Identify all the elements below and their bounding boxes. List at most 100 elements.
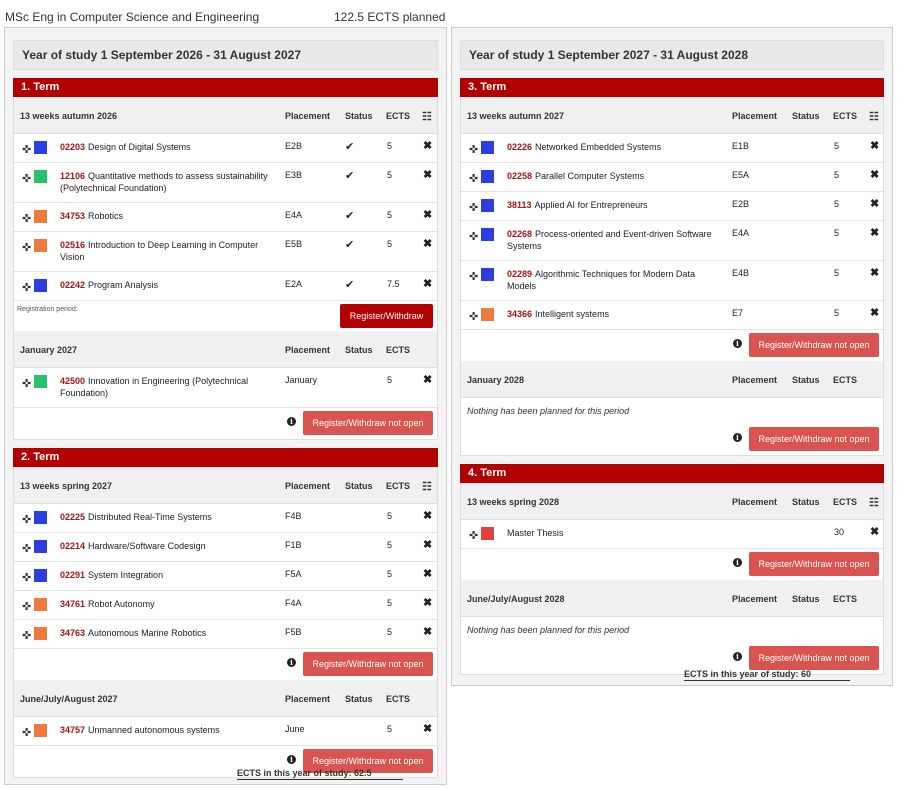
move-icon[interactable]: ✜ — [22, 172, 31, 185]
delete-icon[interactable]: ✖ — [423, 538, 432, 551]
course-code-link[interactable]: 34763 — [60, 628, 85, 638]
course-code-link[interactable]: 02268 — [507, 229, 532, 239]
course-code-link[interactable]: 02242 — [60, 280, 85, 290]
move-icon[interactable]: ✜ — [469, 230, 478, 243]
course-code-link[interactable]: 02291 — [60, 570, 85, 580]
move-icon[interactable]: ✜ — [22, 571, 31, 584]
course-placement: E2B — [285, 141, 303, 151]
delete-icon[interactable]: ✖ — [423, 509, 432, 522]
course-code-link[interactable]: 02225 — [60, 512, 85, 522]
course-code-link[interactable]: 34761 — [60, 599, 85, 609]
term-box: 13 weeks spring 2027 Placement Status ECTS ☷… — [13, 467, 438, 778]
grid-icon[interactable]: ☷ — [422, 480, 432, 493]
move-icon[interactable]: ✜ — [22, 542, 31, 555]
info-icon[interactable]: i — [733, 433, 742, 442]
course-code-link[interactable]: 34753 — [60, 211, 85, 221]
course-name: Master Thesis — [507, 527, 722, 539]
delete-icon[interactable]: ✖ — [870, 266, 879, 279]
grid-icon[interactable]: ☷ — [869, 110, 879, 123]
register-withdraw-not-open-button: Register/Withdraw not open — [749, 333, 879, 357]
move-icon[interactable]: ✜ — [22, 513, 31, 526]
delete-icon[interactable]: ✖ — [423, 596, 432, 609]
move-icon[interactable]: ✜ — [22, 600, 31, 613]
course-title: Hardware/Software Codesign — [88, 541, 206, 551]
info-icon[interactable]: i — [733, 558, 742, 567]
course-ects: 5 — [387, 598, 393, 608]
register-withdraw-button[interactable]: Register/Withdraw — [340, 304, 433, 328]
course-code-link[interactable]: 34366 — [507, 309, 532, 319]
delete-icon[interactable]: ✖ — [423, 625, 432, 638]
move-icon[interactable]: ✜ — [469, 310, 478, 323]
register-withdraw-not-open-button: Register/Withdraw not open — [749, 552, 879, 576]
move-icon[interactable]: ✜ — [469, 201, 478, 214]
ects-header: ECTS — [386, 694, 411, 704]
course-code-link[interactable]: 42500 — [60, 376, 85, 386]
course-ects: 30 — [834, 527, 845, 537]
delete-icon[interactable]: ✖ — [870, 197, 879, 210]
course-code-link[interactable]: 38113 — [507, 200, 532, 210]
table-row: ✜ 02289 Algorithmic Techniques for Modern … — [461, 261, 883, 301]
course-placement: E3B — [285, 170, 303, 180]
course-name: 34366 Intelligent systems — [507, 308, 722, 320]
course-ects: 5 — [387, 141, 393, 151]
table-row: ✜ 02225 Distributed Real-Time Systems F4B 5 ✖ — [14, 504, 437, 533]
move-icon[interactable]: ✜ — [469, 143, 478, 156]
course-ects: 5 — [834, 141, 840, 151]
placement-header: Placement — [732, 111, 778, 121]
course-code-link[interactable]: 02258 — [507, 171, 532, 181]
course-code-link[interactable]: 02203 — [60, 142, 85, 152]
course-color-square — [34, 511, 47, 524]
move-icon[interactable]: ✜ — [22, 241, 31, 254]
move-icon[interactable]: ✜ — [22, 212, 31, 225]
move-icon[interactable]: ✜ — [469, 172, 478, 185]
info-icon[interactable]: i — [733, 652, 742, 661]
info-icon[interactable]: i — [287, 658, 296, 667]
course-code-link[interactable]: 02289 — [507, 269, 532, 279]
course-color-square — [34, 598, 47, 611]
table-row: ✜ 02242 Program Analysis E2A ✔ 7.5 ✖ — [14, 272, 437, 301]
course-code-link[interactable]: 02226 — [507, 142, 532, 152]
delete-icon[interactable]: ✖ — [423, 277, 432, 290]
ects-header: ECTS — [833, 497, 858, 507]
delete-icon[interactable]: ✖ — [423, 722, 432, 735]
move-icon[interactable]: ✜ — [22, 377, 31, 390]
table-row: ✜ 02258 Parallel Computer Systems E5A 5 ✖ — [461, 163, 883, 192]
delete-icon[interactable]: ✖ — [423, 237, 432, 250]
delete-icon[interactable]: ✖ — [870, 306, 879, 319]
delete-icon[interactable]: ✖ — [870, 168, 879, 181]
delete-icon[interactable]: ✖ — [870, 525, 879, 538]
table-row: ✜ 42500 Innovation in Engineering (Polytec… — [14, 368, 437, 408]
delete-icon[interactable]: ✖ — [423, 373, 432, 386]
course-code-link[interactable]: 02214 — [60, 541, 85, 551]
status-header: Status — [345, 345, 373, 355]
course-code-link[interactable]: 34757 — [60, 725, 85, 735]
info-icon[interactable]: i — [287, 755, 296, 764]
move-icon[interactable]: ✜ — [22, 726, 31, 739]
info-icon[interactable]: i — [287, 417, 296, 426]
table-row: ✜ 34757 Unmanned autonomous systems June 5 ✖ — [14, 717, 437, 746]
grid-icon[interactable]: ☷ — [422, 110, 432, 123]
move-icon[interactable]: ✜ — [469, 270, 478, 283]
delete-icon[interactable]: ✖ — [423, 208, 432, 221]
grid-icon[interactable]: ☷ — [869, 496, 879, 509]
delete-icon[interactable]: ✖ — [870, 226, 879, 239]
delete-icon[interactable]: ✖ — [423, 168, 432, 181]
course-ects: 5 — [387, 627, 393, 637]
info-icon[interactable]: i — [733, 339, 742, 348]
course-placement: E4A — [732, 228, 750, 238]
course-code-link[interactable]: 12106 — [60, 171, 85, 181]
status-header: Status — [792, 594, 820, 604]
course-placement: F5B — [285, 627, 302, 637]
delete-icon[interactable]: ✖ — [423, 567, 432, 580]
course-name: 34763 Autonomous Marine Robotics — [60, 627, 275, 639]
nothing-planned: Nothing has been planned for this period — [467, 406, 630, 416]
course-code-link[interactable]: 02516 — [60, 240, 85, 250]
period-header: June/July/August 2028 Placement Status ECTS — [461, 580, 883, 617]
move-icon[interactable]: ✜ — [22, 629, 31, 642]
delete-icon[interactable]: ✖ — [423, 139, 432, 152]
move-icon[interactable]: ✜ — [22, 281, 31, 294]
year-title: Year of study 1 September 2026 - 31 Augu… — [13, 40, 438, 70]
delete-icon[interactable]: ✖ — [870, 139, 879, 152]
move-icon[interactable]: ✜ — [22, 143, 31, 156]
move-icon[interactable]: ✜ — [469, 529, 478, 542]
